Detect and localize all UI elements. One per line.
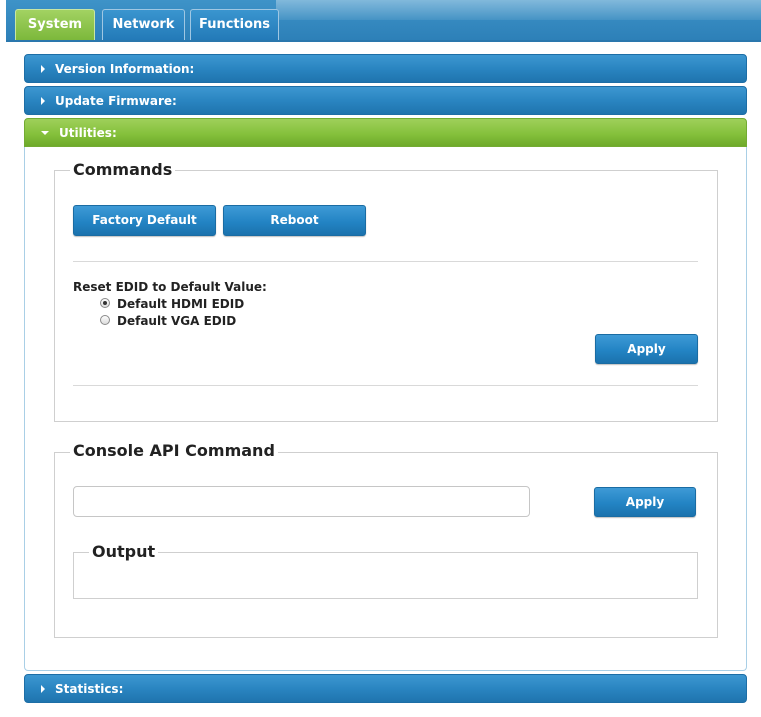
console-apply-button[interactable]: Apply <box>594 487 696 517</box>
console-command-input[interactable] <box>73 486 530 517</box>
section-header-statistics[interactable]: Statistics: <box>24 674 747 703</box>
tab-functions[interactable]: Functions <box>190 9 279 40</box>
output-fieldset <box>73 552 698 599</box>
section-header-utilities[interactable]: Utilities: <box>24 118 747 147</box>
section-header-update-firmware[interactable]: Update Firmware: <box>24 86 747 115</box>
factory-default-button[interactable]: Factory Default <box>73 205 216 236</box>
triangle-right-icon <box>41 96 45 105</box>
section-title: Version Information: <box>55 62 195 76</box>
tab-bar-sheen <box>276 0 761 20</box>
section-title: Statistics: <box>55 682 124 696</box>
output-legend: Output <box>89 542 159 561</box>
radio-selected-dot <box>103 301 107 305</box>
triangle-down-icon <box>41 130 49 135</box>
commands-divider <box>73 261 698 262</box>
section-header-version-information[interactable]: Version Information: <box>24 54 747 83</box>
default-vga-edid-label: Default VGA EDID <box>117 314 237 328</box>
commands-legend: Commands <box>70 160 176 179</box>
reset-edid-label: Reset EDID to Default Value: <box>73 280 267 294</box>
section-title: Update Firmware: <box>55 94 177 108</box>
reboot-button[interactable]: Reboot <box>223 205 366 236</box>
default-hdmi-edid-radio[interactable] <box>100 298 110 308</box>
tab-system[interactable]: System <box>15 9 95 40</box>
default-hdmi-edid-label: Default HDMI EDID <box>117 297 245 311</box>
tab-network[interactable]: Network <box>102 9 185 40</box>
edid-apply-button[interactable]: Apply <box>595 334 698 364</box>
section-title: Utilities: <box>59 126 117 140</box>
default-vga-edid-radio[interactable] <box>100 315 110 325</box>
commands-divider-bottom <box>73 385 698 386</box>
triangle-right-icon <box>41 684 45 693</box>
console-api-legend: Console API Command <box>70 441 278 460</box>
triangle-right-icon <box>41 64 45 73</box>
main-tab-bar: System Network Functions <box>6 0 761 42</box>
